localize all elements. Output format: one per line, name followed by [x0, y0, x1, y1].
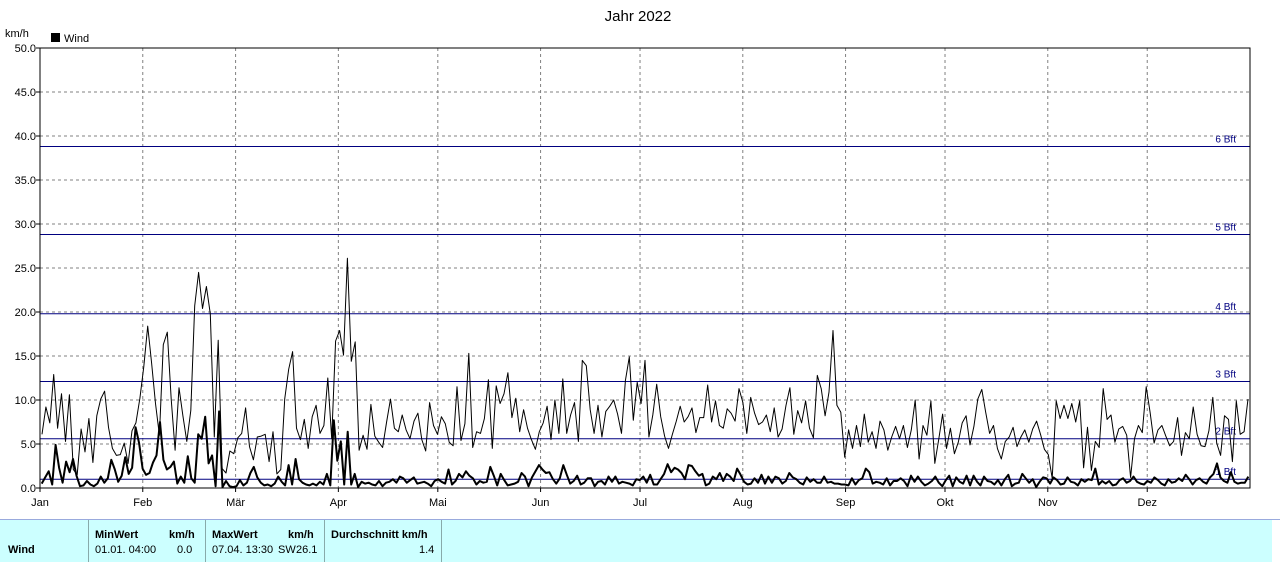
beaufort-label: 4 Bft	[1215, 302, 1236, 313]
summary-max-cell: MaxWert km/h 07.04. 13:30 SW 26.1	[206, 520, 325, 562]
beaufort-label: 5 Bft	[1215, 223, 1236, 234]
beaufort-label: 3 Bft	[1215, 370, 1236, 381]
x-tick-label: Aug	[733, 497, 753, 509]
max-direction: SW	[278, 544, 296, 556]
min-time: 01.01. 04:00	[95, 544, 157, 556]
x-tick-label: Apr	[330, 497, 347, 509]
beaufort-label: 6 Bft	[1215, 135, 1236, 146]
summary-avg-cell: Durchschnitt km/h 1.4	[325, 520, 442, 562]
y-tick-label: 10.0	[15, 395, 36, 407]
y-tick-label: 40.0	[15, 131, 36, 143]
x-tick-label: Sep	[836, 497, 856, 509]
y-tick-label: 35.0	[15, 175, 36, 187]
legend-label-wind: Wind	[64, 33, 89, 45]
x-tick-label: Dez	[1137, 497, 1157, 509]
x-tick-label: Jan	[31, 497, 49, 509]
x-tick-label: Jun	[532, 497, 550, 509]
x-tick-label: Nov	[1038, 497, 1058, 509]
summary-table: Wind MinWert km/h 01.01. 04:00 0.0 MaxWe…	[0, 519, 1280, 562]
y-tick-label: 25.0	[15, 263, 36, 275]
chart-title: Jahr 2022	[605, 8, 672, 25]
y-tick-label: 50.0	[15, 43, 36, 55]
summary-row-label-cell: Wind	[0, 520, 89, 562]
x-axis: Jan Feb Mär Apr Mai Jun Jul Aug Sep Okt Nov Dez	[31, 488, 1157, 509]
summary-min-cell: MinWert km/h 01.01. 04:00 0.0	[89, 520, 206, 562]
x-tick-label: Feb	[133, 497, 152, 509]
avg-value: 1.4	[419, 544, 435, 556]
legend-swatch-wind	[51, 33, 60, 42]
y-tick-label: 0.0	[21, 483, 36, 495]
x-tick-label: Mai	[429, 497, 447, 509]
y-tick-label: 15.0	[15, 351, 36, 363]
summary-right-edge	[1272, 520, 1280, 562]
avg-header: Durchschnitt km/h	[331, 529, 428, 541]
y-tick-label: 20.0	[15, 307, 36, 319]
x-tick-label: Mär	[226, 497, 245, 509]
y-tick-label: 5.0	[21, 439, 36, 451]
min-header: MinWert	[95, 529, 139, 541]
y-tick-label: 30.0	[15, 219, 36, 231]
min-unit: km/h	[169, 529, 195, 541]
max-header: MaxWert	[212, 529, 258, 541]
max-value: 26.1	[296, 544, 318, 556]
max-time: 07.04. 13:30	[212, 544, 274, 556]
summary-row-label: Wind	[8, 544, 35, 556]
x-tick-label: Jul	[633, 497, 647, 509]
min-value: 0.0	[177, 544, 193, 556]
wind-chart: 1 Bft2 Bft3 Bft4 Bft5 Bft6 Bft 0.05.010.…	[5, 8, 1251, 509]
y-axis: 0.0 5.0 10.0 15.0 20.0 25.0 30.0 35.0 40.0 45.0 50…	[15, 43, 40, 495]
beaufort-label: 2 Bft	[1215, 427, 1236, 438]
y-axis-unit-label: km/h	[5, 28, 29, 40]
y-tick-label: 45.0	[15, 87, 36, 99]
x-tick-label: Okt	[936, 497, 953, 509]
max-unit: km/h	[288, 529, 314, 541]
